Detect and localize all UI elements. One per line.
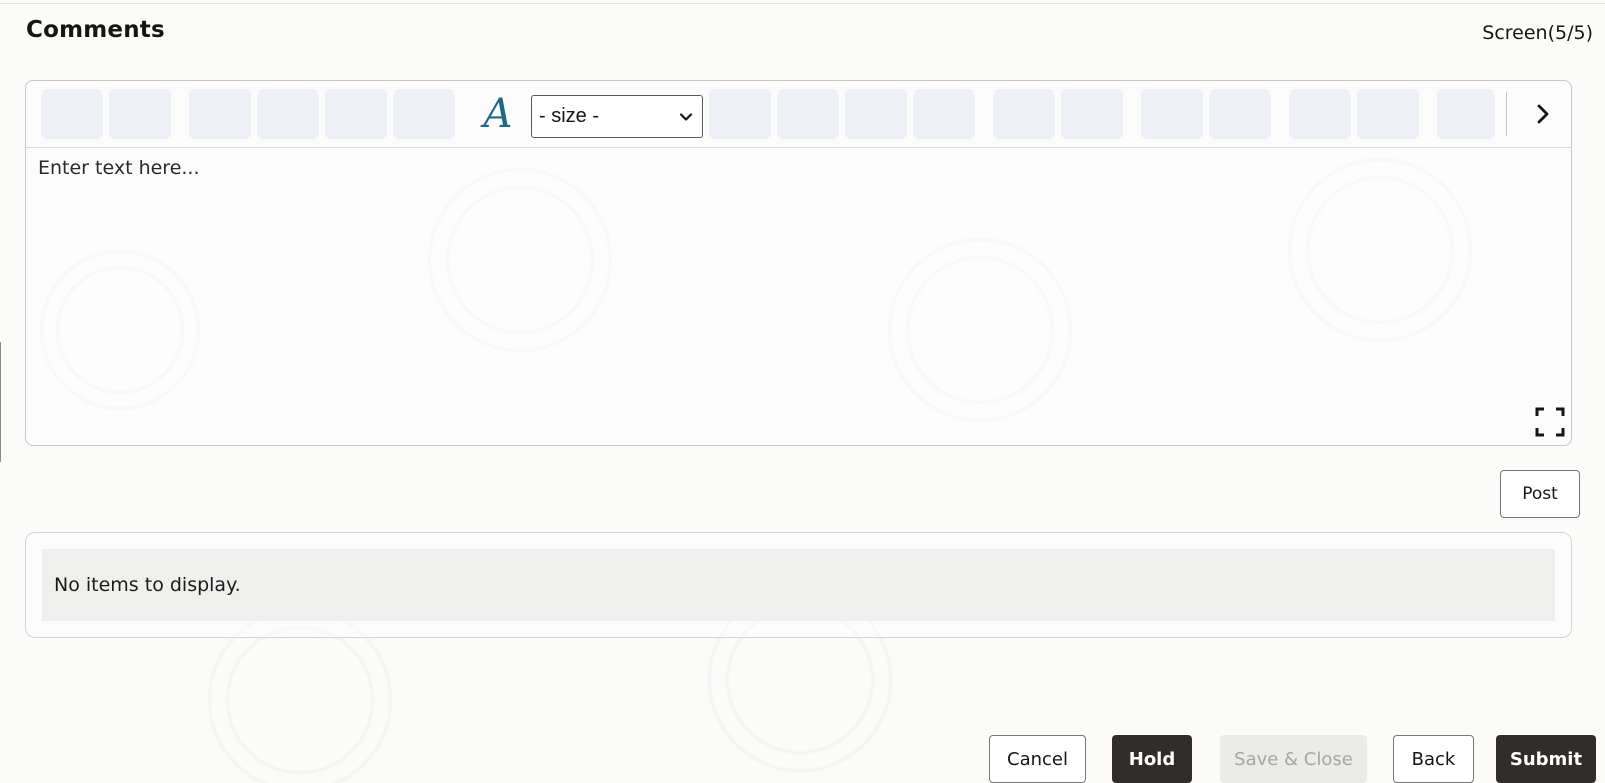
toolbar-button-11[interactable] bbox=[993, 89, 1055, 139]
toolbar-button-13[interactable] bbox=[1141, 89, 1203, 139]
expand-icon bbox=[1535, 407, 1565, 437]
toolbar-button-16[interactable] bbox=[1357, 89, 1419, 139]
toolbar-button-2[interactable] bbox=[109, 89, 171, 139]
fullscreen-button[interactable] bbox=[1533, 405, 1567, 439]
submit-button[interactable]: Submit bbox=[1496, 735, 1596, 783]
toolbar-button-12[interactable] bbox=[1061, 89, 1123, 139]
toolbar-divider bbox=[1506, 92, 1507, 136]
font-size-select-value: - size - bbox=[539, 105, 599, 127]
top-divider bbox=[0, 3, 1605, 4]
font-color-icon[interactable]: A bbox=[478, 91, 518, 137]
rich-text-editor: A - size - Enter text here... bbox=[25, 80, 1572, 446]
toolbar-button-1[interactable] bbox=[41, 89, 103, 139]
font-size-select[interactable]: - size - bbox=[531, 95, 703, 138]
chevron-down-icon bbox=[679, 113, 693, 121]
toolbar-button-8[interactable] bbox=[777, 89, 839, 139]
toolbar-button-9[interactable] bbox=[845, 89, 907, 139]
comments-list: No items to display. bbox=[25, 532, 1572, 638]
toolbar-button-14[interactable] bbox=[1209, 89, 1271, 139]
toolbar-button-15[interactable] bbox=[1289, 89, 1351, 139]
post-button[interactable]: Post bbox=[1500, 470, 1580, 518]
toolbar-button-3[interactable] bbox=[189, 89, 251, 139]
hold-button[interactable]: Hold bbox=[1112, 735, 1192, 783]
save-close-button[interactable]: Save & Close bbox=[1220, 735, 1367, 783]
editor-toolbar: A - size - bbox=[26, 81, 1571, 148]
empty-list-message: No items to display. bbox=[42, 549, 1555, 621]
chevron-right-icon bbox=[1537, 104, 1549, 124]
cancel-button[interactable]: Cancel bbox=[989, 735, 1086, 783]
toolbar-button-7[interactable] bbox=[709, 89, 771, 139]
screen-indicator: Screen(5/5) bbox=[1482, 22, 1593, 44]
toolbar-button-4[interactable] bbox=[257, 89, 319, 139]
back-button[interactable]: Back bbox=[1393, 735, 1474, 783]
left-edge-rule bbox=[0, 342, 1, 462]
editor-text-area[interactable]: Enter text here... bbox=[38, 157, 200, 179]
toolbar-button-5[interactable] bbox=[325, 89, 387, 139]
toolbar-button-6[interactable] bbox=[393, 89, 455, 139]
toolbar-button-17[interactable] bbox=[1437, 89, 1495, 139]
toolbar-more-button[interactable] bbox=[1528, 98, 1558, 130]
toolbar-button-10[interactable] bbox=[913, 89, 975, 139]
page-title: Comments bbox=[26, 17, 165, 43]
